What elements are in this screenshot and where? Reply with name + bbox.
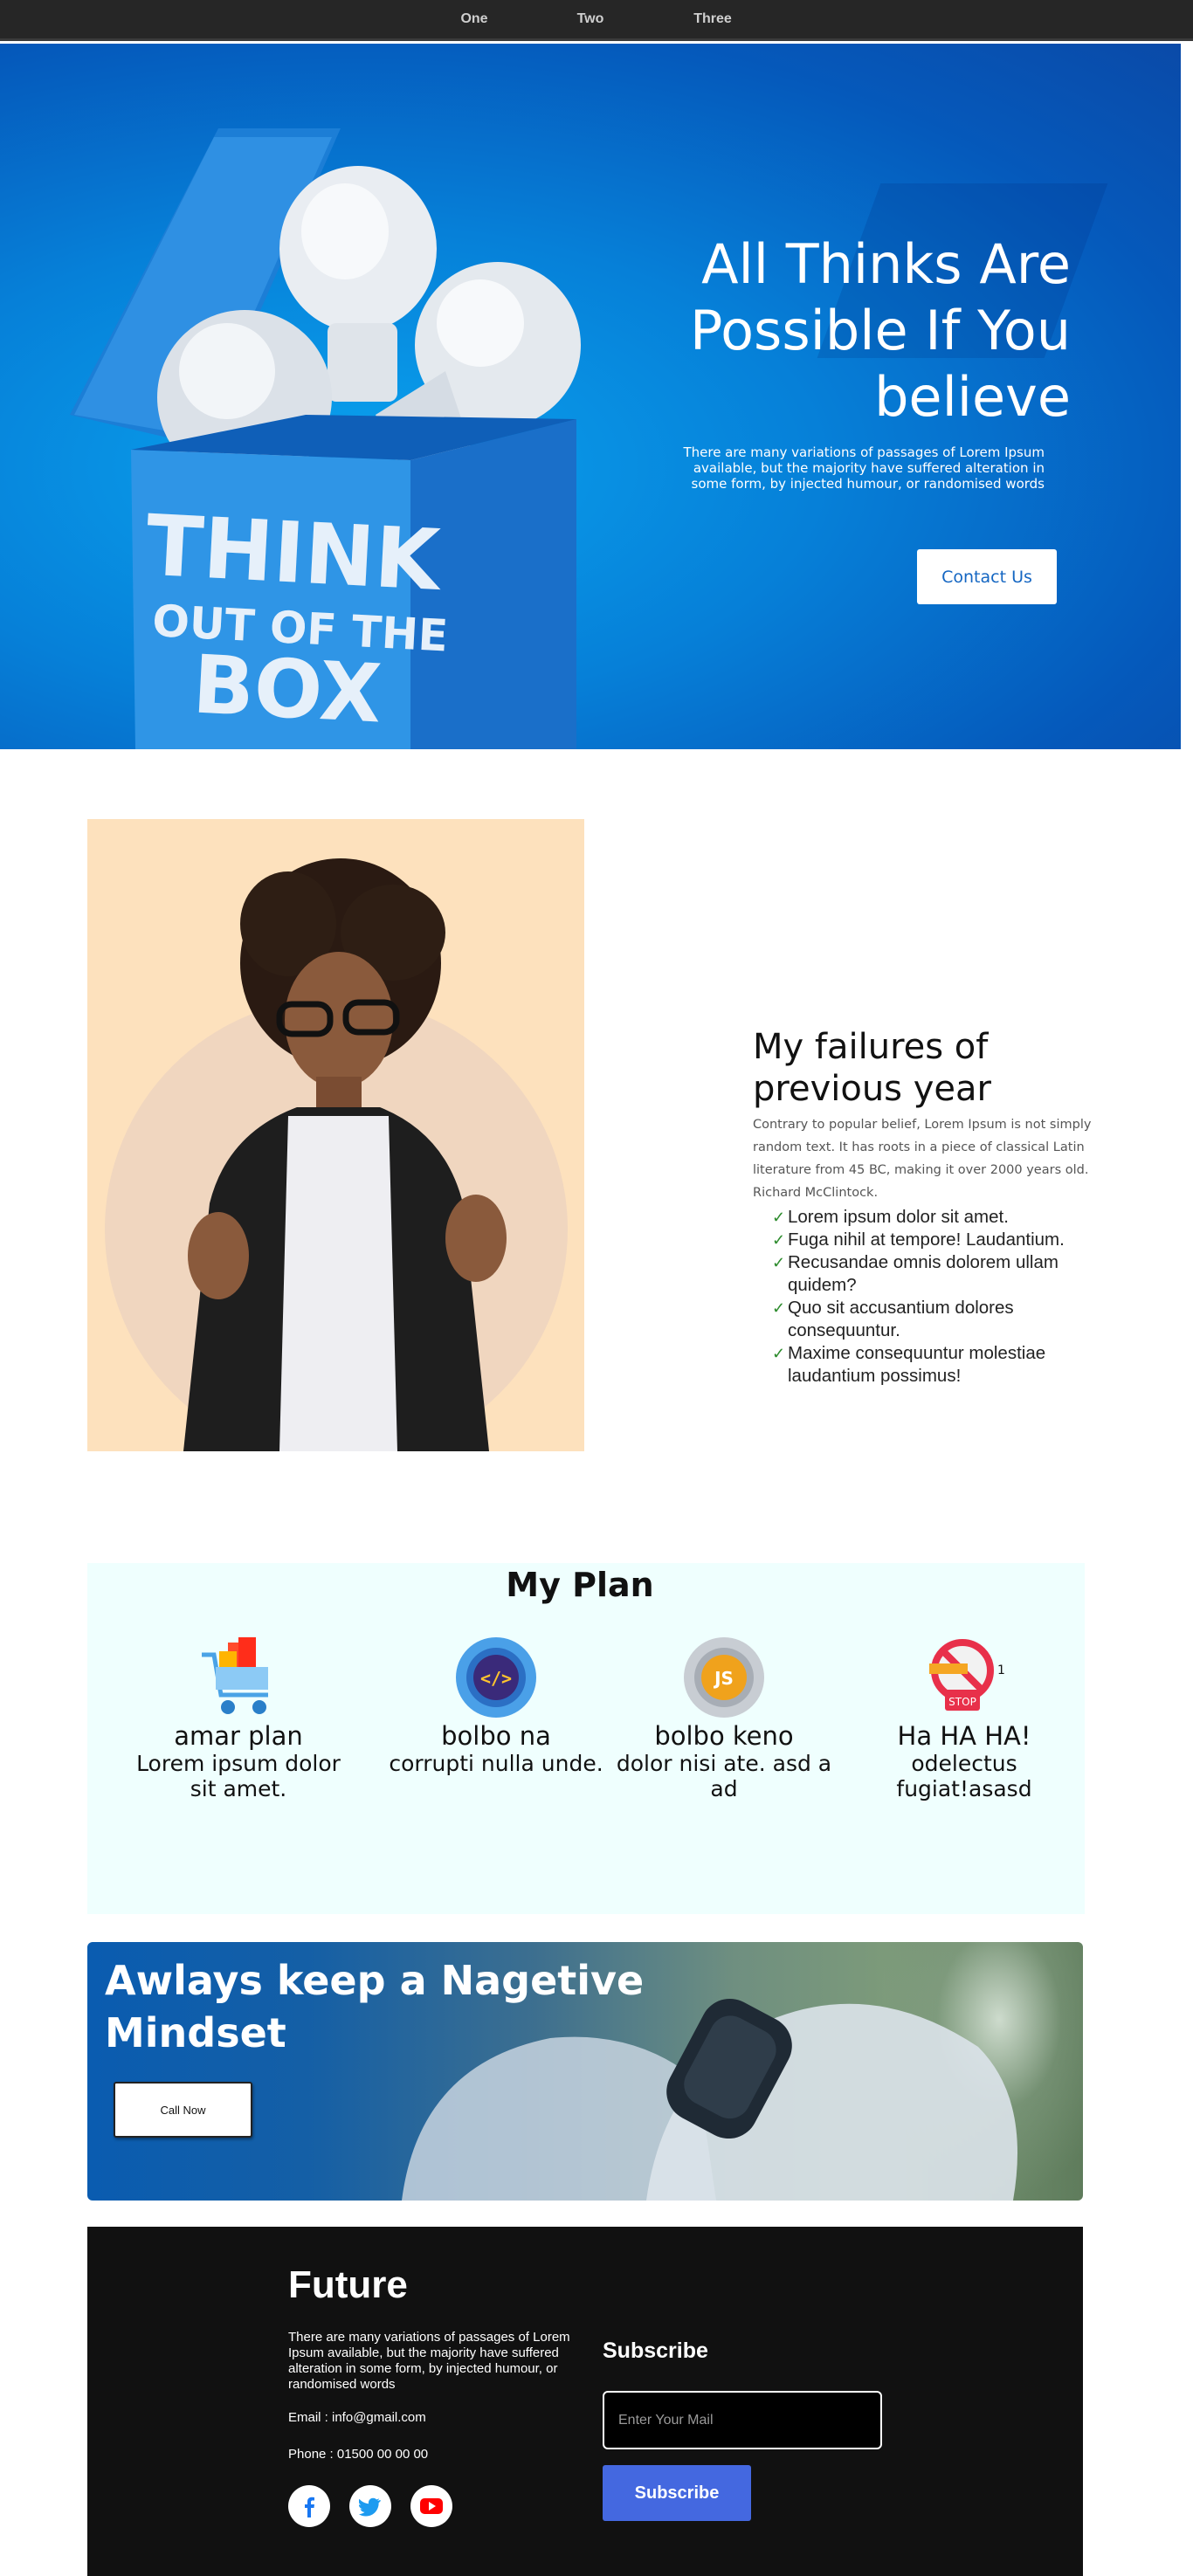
plan-card: STOP 1 Ha HA HA! odelectus fugiat!asasd [846, 1637, 1082, 1801]
subscribe-title: Subscribe [603, 2338, 708, 2363]
twitter-icon[interactable] [349, 2485, 391, 2527]
list-item: ✓ Lorem ipsum dolor sit amet. [772, 1206, 1120, 1229]
youtube-icon[interactable] [410, 2485, 452, 2527]
code-symbol: </> [480, 1668, 512, 1689]
failures-description: Contrary to popular belief, Lorem Ipsum … [753, 1118, 1092, 1200]
subscribe-button[interactable]: Subscribe [603, 2465, 751, 2521]
list-item: ✓ Recusandae omnis dolorem ullam quidem? [772, 1251, 1120, 1297]
plan-card: </> bolbo na corrupti nulla unde. [378, 1637, 614, 1776]
plan-card-name: amar plan [174, 1721, 303, 1751]
list-item-text: Fuga nihil at tempore! Laudantium. [788, 1229, 1065, 1250]
think-out-of-the-box-image: THINK OUT OF THE BOX [61, 83, 620, 749]
plan-card-desc: Lorem ipsum dolor sit amet. [136, 1751, 341, 1801]
nav-link-one[interactable]: One [417, 11, 533, 27]
box-text-think: THINK [143, 497, 445, 610]
footer-description: There are many variations of passages of… [288, 2330, 570, 2392]
footer-email: Email : info@gmail.com [288, 2410, 426, 2425]
footer: Future There are many variations of pass… [87, 2227, 1083, 2576]
list-item: ✓ Quo sit accusantium dolores consequuntu… [772, 1297, 1120, 1342]
failures-text-block: My failures of previous year Contrary to… [753, 1026, 1120, 1388]
nav-link-two[interactable]: Two [533, 11, 649, 27]
list-item: ✓ Maxime consequuntur molestiae laudantiu… [772, 1342, 1120, 1388]
hero-description: There are many variations of passages of… [683, 444, 1045, 492]
stop-label: STOP [948, 1696, 976, 1708]
hero-title: All Thinks Are Possible If You believe [689, 232, 1071, 429]
check-icon: ✓ [772, 1209, 786, 1226]
failures-list: ✓ Lorem ipsum dolor sit amet. ✓ Fuga nihil… [772, 1206, 1120, 1388]
footer-brand: Future [288, 2263, 408, 2306]
contact-us-button[interactable]: Contact Us [917, 549, 1057, 604]
icon-badge: 1 [997, 1663, 1005, 1677]
banner-title: Awlays keep a Nagetive Mindset [105, 1957, 645, 2056]
plan-section: My Plan amar plan Lorem ipsum dolor sit … [87, 1563, 1085, 1914]
list-item-text: Lorem ipsum dolor sit amet. [788, 1207, 1009, 1227]
hero-section: THINK OUT OF THE BOX All Thinks Are Poss… [0, 44, 1181, 749]
list-item-text: Quo sit accusantium dolores consequuntur… [788, 1298, 1014, 1340]
check-icon: ✓ [772, 1254, 786, 1271]
check-icon: ✓ [772, 1345, 786, 1362]
plan-card-desc: corrupti nulla unde. [389, 1751, 603, 1776]
plan-card-name: bolbo na [441, 1721, 551, 1751]
list-item-text: Maxime consequuntur molestiae laudantium… [788, 1343, 1046, 1386]
call-now-button[interactable]: Call Now [114, 2082, 252, 2138]
footer-phone: Phone : 01500 00 00 00 [288, 2447, 429, 2462]
check-icon: ✓ [772, 1299, 786, 1317]
plan-card: JS bolbo keno dolor nisi ate. asd a ad [606, 1637, 842, 1801]
plan-card: amar plan Lorem ipsum dolor sit amet. [121, 1637, 356, 1801]
social-links [288, 2485, 452, 2527]
plan-card-desc: odelectus fugiat!asasd [896, 1751, 1032, 1801]
email-subscribe-input[interactable] [603, 2391, 882, 2449]
js-symbol: JS [713, 1668, 734, 1689]
check-icon: ✓ [772, 1231, 786, 1249]
list-item-text: Recusandae omnis dolorem ullam quidem? [788, 1252, 1059, 1295]
failures-title: My failures of previous year [753, 1027, 991, 1109]
smartwatch-banner: Awlays keep a Nagetive Mindset Call Now [87, 1942, 1083, 2201]
plan-card-name: Ha HA HA! [897, 1721, 1031, 1751]
plan-title: My Plan [506, 1566, 654, 1604]
top-nav: One Two Three [0, 0, 1193, 41]
shopping-cart-icon [195, 1637, 282, 1721]
plan-card-name: bolbo keno [654, 1721, 794, 1751]
plan-card-desc: dolor nisi ate. asd a ad [616, 1751, 832, 1801]
js-gear-icon: JS [680, 1637, 768, 1721]
facebook-icon[interactable] [288, 2485, 330, 2527]
woman-portrait-image [87, 819, 584, 1451]
list-item: ✓ Fuga nihil at tempore! Laudantium. [772, 1229, 1120, 1251]
hero-text-block: All Thinks Are Possible If You believe T… [582, 231, 1071, 492]
stop-smoking-icon: STOP 1 [921, 1637, 1008, 1721]
nav-link-three[interactable]: Three [649, 11, 777, 27]
box-text-box: BOX [190, 637, 383, 740]
code-gear-icon: </> [452, 1637, 540, 1721]
